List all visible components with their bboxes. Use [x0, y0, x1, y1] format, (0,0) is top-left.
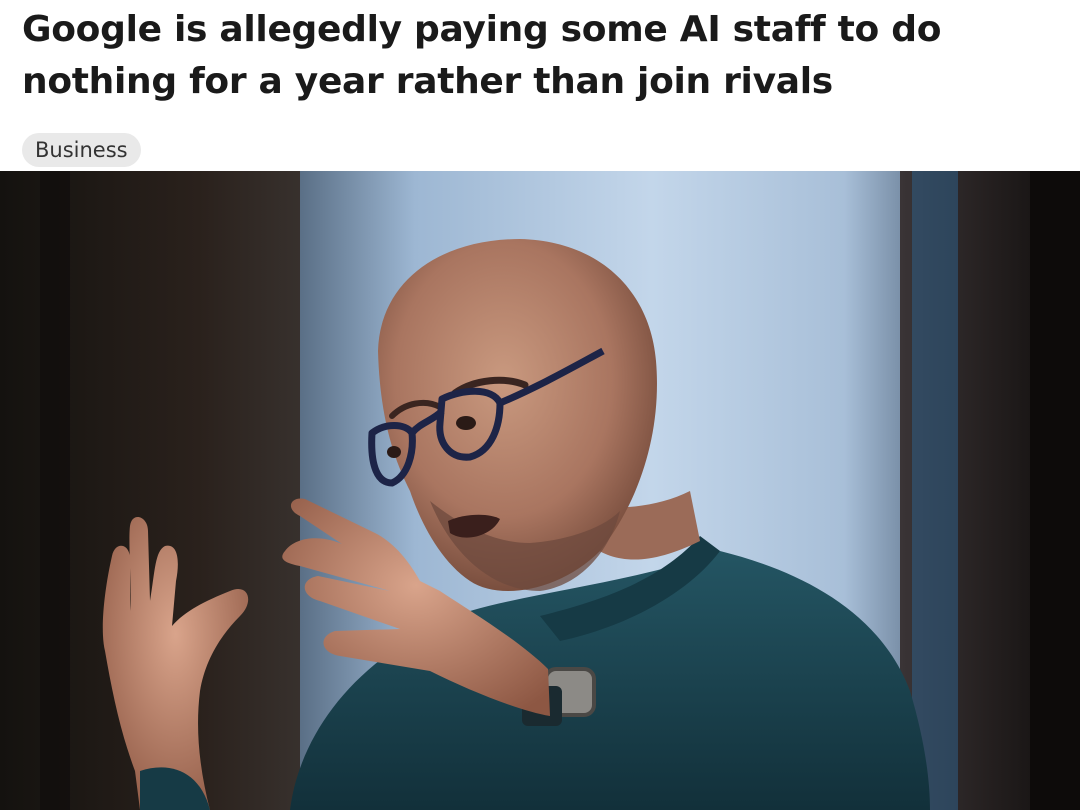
- hero-illustration: [0, 171, 1080, 810]
- hero-image[interactable]: [0, 171, 1080, 810]
- article-headline[interactable]: Google is allegedly paying some AI staff…: [22, 4, 1072, 108]
- article-card: Google is allegedly paying some AI staff…: [0, 0, 1080, 810]
- category-tag[interactable]: Business: [22, 133, 141, 167]
